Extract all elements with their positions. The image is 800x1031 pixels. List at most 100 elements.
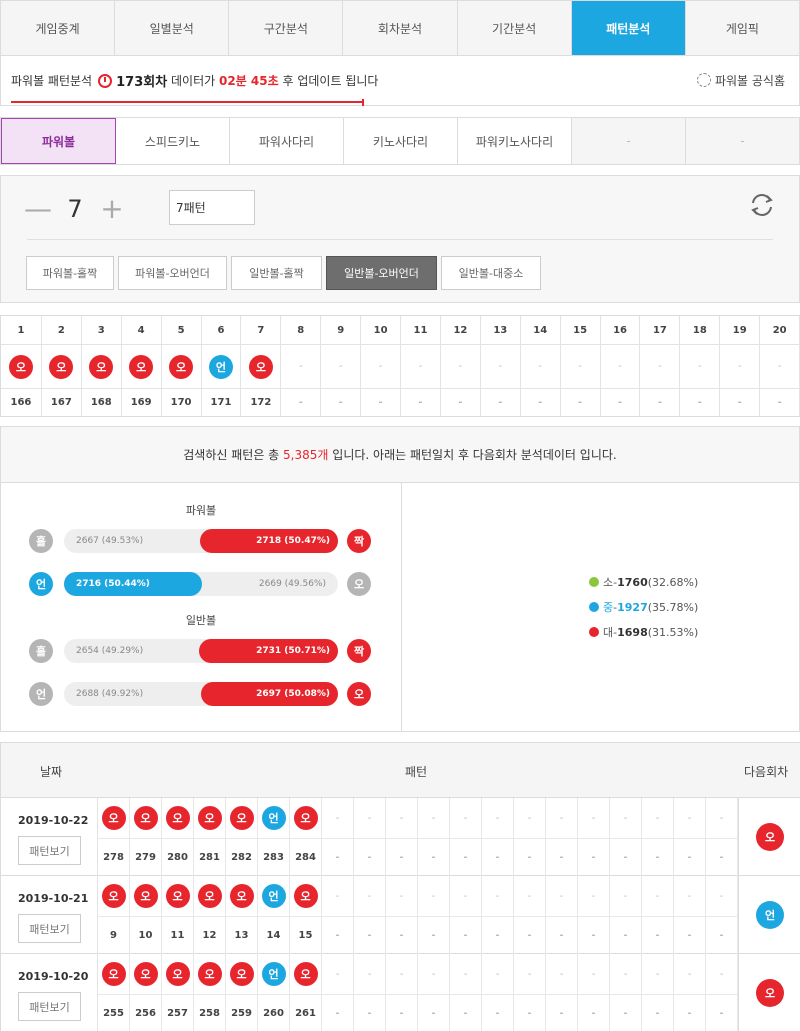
history-empty: - bbox=[655, 968, 660, 980]
tab-5[interactable]: 패턴분석 bbox=[571, 1, 686, 55]
grid-head-cell: 8 bbox=[281, 316, 322, 344]
history-round-cell: - bbox=[706, 916, 738, 954]
history-round-cell: - bbox=[546, 916, 578, 954]
grid-ball-cell: 오 bbox=[41, 344, 82, 388]
stat-bar-row: 언 2688 (49.92%) 2697 (50.08%) 오 bbox=[29, 680, 374, 708]
history-empty: - bbox=[463, 968, 468, 980]
history-empty: - bbox=[559, 852, 564, 863]
tab-3[interactable]: 회차분석 bbox=[343, 1, 458, 55]
history-ball-cell: 언 bbox=[258, 798, 290, 838]
grid-ball-cell: 오 bbox=[81, 344, 122, 388]
stat-track: 2688 (49.92%) 2697 (50.08%) bbox=[64, 682, 338, 706]
history-empty: - bbox=[623, 852, 628, 863]
history-ball-cell: 오 bbox=[162, 876, 194, 916]
history-ball-cell: - bbox=[514, 798, 546, 838]
option-2[interactable]: 일반볼-홀짝 bbox=[231, 256, 322, 290]
tab-4[interactable]: 기간분석 bbox=[458, 1, 572, 55]
stat-track: 2716 (50.44%) 2669 (49.56%) bbox=[64, 572, 338, 596]
history-empty: - bbox=[399, 812, 404, 824]
grid-ball-cell: - bbox=[560, 344, 601, 388]
tab-6[interactable]: 게임픽 bbox=[686, 1, 800, 55]
stats-divider bbox=[401, 483, 402, 731]
history-round-cell: 13 bbox=[226, 916, 258, 954]
history-round-cell: - bbox=[674, 994, 706, 1031]
pattern-view-button[interactable]: 패턴보기 bbox=[18, 836, 81, 865]
plus-button[interactable]: + bbox=[97, 194, 127, 224]
legend-pct: (32.68%) bbox=[647, 575, 699, 589]
grid-empty: - bbox=[698, 361, 702, 372]
history-round: 284 bbox=[295, 852, 316, 863]
history-empty: - bbox=[367, 812, 372, 824]
history-empty: - bbox=[719, 812, 724, 824]
history-empty: - bbox=[591, 930, 596, 941]
grid-head-cell: 20 bbox=[760, 316, 800, 344]
tab-1[interactable]: 일별분석 bbox=[115, 1, 230, 55]
tab-0[interactable]: 게임중계 bbox=[1, 1, 116, 55]
stat-track: 2667 (49.53%) 2718 (50.47%) bbox=[64, 529, 338, 553]
stat-right-label: 오 bbox=[347, 572, 371, 596]
game-tab-4[interactable]: 파워키노사다리 bbox=[458, 118, 572, 164]
history-row: 2019-10-20 패턴보기 오 255 오 256 오 257 오 258 오 259 언 260 오 2… bbox=[1, 954, 800, 1031]
history-ball-cell: 오 bbox=[194, 954, 226, 994]
grid-round: 170 bbox=[170, 397, 192, 408]
history-ball: 오 bbox=[293, 962, 318, 986]
grid-round: - bbox=[298, 397, 303, 408]
official-site-link[interactable]: 파워볼 공식홈 bbox=[696, 72, 785, 89]
game-tab-0[interactable]: 파워볼 bbox=[1, 118, 116, 164]
grid-round: 166 bbox=[10, 397, 32, 408]
history-round-cell: - bbox=[674, 916, 706, 954]
grid-ball-row: 오오오오오언오------------- bbox=[1, 344, 800, 388]
summary-bar: 검색하신 패턴은 총 5,385개 입니다. 아래는 패턴일치 후 다음회차 분… bbox=[0, 426, 800, 483]
grid-head-cell: 19 bbox=[720, 316, 761, 344]
grid-ball-cell: 오 bbox=[241, 344, 282, 388]
tab-2[interactable]: 구간분석 bbox=[229, 1, 344, 55]
history-round: 255 bbox=[103, 1008, 124, 1019]
grid-round-cell: - bbox=[720, 388, 761, 416]
grid-ball-cell: - bbox=[401, 344, 441, 388]
history-empty: - bbox=[655, 930, 660, 941]
history-ball-cell: - bbox=[354, 876, 386, 916]
info-suffix: 후 업데이트 됩니다 bbox=[282, 74, 379, 88]
pattern-view-button[interactable]: 패턴보기 bbox=[18, 992, 81, 1021]
grid-ball-cell: - bbox=[480, 344, 521, 388]
history-empty: - bbox=[463, 852, 468, 863]
pattern-view-button[interactable]: 패턴보기 bbox=[18, 914, 81, 943]
game-tab-3[interactable]: 키노사다리 bbox=[344, 118, 458, 164]
history-empty: - bbox=[687, 812, 692, 824]
pattern-count: 7 bbox=[67, 195, 83, 223]
history-empty: - bbox=[527, 890, 532, 902]
legend-item: 대 - 1698 (31.53%) bbox=[589, 624, 698, 640]
option-3[interactable]: 일반볼-오버언더 bbox=[326, 256, 437, 290]
refresh-icon[interactable] bbox=[747, 190, 777, 220]
history-ball-cell: - bbox=[546, 798, 578, 838]
grid-head-cell: 18 bbox=[680, 316, 721, 344]
history-round-cell: - bbox=[322, 994, 354, 1031]
stat-right-text: 2731 (50.71%) bbox=[256, 646, 330, 656]
history-empty: - bbox=[495, 852, 500, 863]
grid-empty: - bbox=[498, 361, 503, 372]
grid-ball: 오 bbox=[89, 354, 114, 379]
history-ball: 오 bbox=[229, 806, 254, 830]
history-empty: - bbox=[591, 890, 596, 902]
grid-ball-cell: 언 bbox=[201, 344, 242, 388]
history-ball-cell: - bbox=[610, 798, 642, 838]
history-round-cell: - bbox=[578, 994, 610, 1031]
minus-button[interactable]: — bbox=[23, 194, 53, 224]
option-0[interactable]: 파워볼-홀짝 bbox=[26, 256, 114, 290]
divider bbox=[27, 239, 773, 240]
legend-value: 1927 bbox=[617, 600, 648, 614]
stat-track: 2654 (49.29%) 2731 (50.71%) bbox=[64, 639, 338, 663]
history-round-cell: 260 bbox=[258, 994, 290, 1031]
grid-ball-cell: - bbox=[760, 344, 800, 388]
option-1[interactable]: 파워볼-오버언더 bbox=[118, 256, 227, 290]
history-ball-cell: - bbox=[482, 798, 514, 838]
history-empty: - bbox=[399, 852, 404, 863]
grid-head-cell: 9 bbox=[321, 316, 362, 344]
game-tab-1[interactable]: 스피드키노 bbox=[116, 118, 230, 164]
history-ball: 오 bbox=[293, 806, 318, 830]
option-4[interactable]: 일반볼-대중소 bbox=[441, 256, 541, 290]
grid-round-cell: 166 bbox=[1, 388, 42, 416]
legend-pct: (35.78%) bbox=[647, 600, 699, 614]
game-tab-2[interactable]: 파워사다리 bbox=[230, 118, 344, 164]
pattern-select[interactable]: 7패턴 bbox=[169, 190, 255, 225]
